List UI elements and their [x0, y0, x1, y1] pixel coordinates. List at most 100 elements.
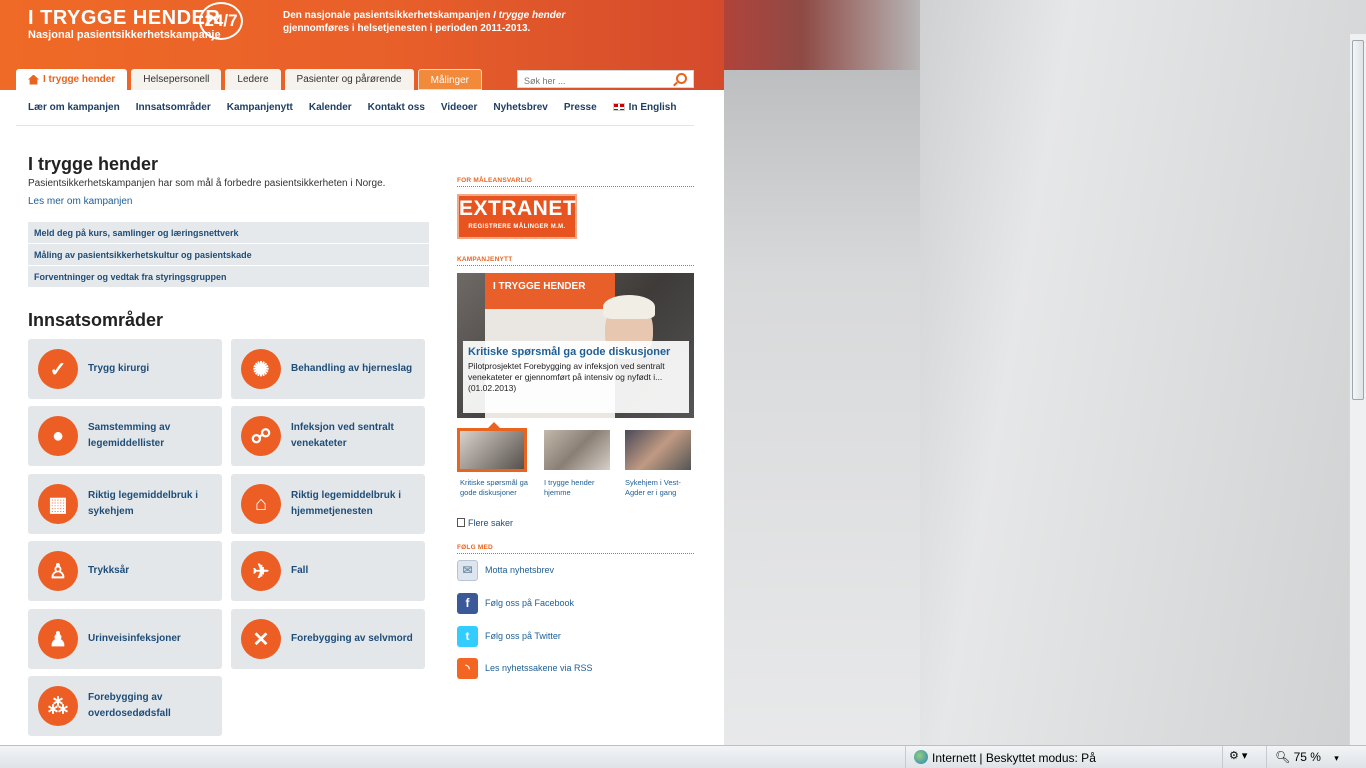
nav-kalender[interactable]: Kalender — [309, 102, 352, 113]
area-label: Infeksjon ved sentralt venekateter — [291, 422, 394, 449]
nav-in-english[interactable]: In English — [612, 102, 676, 113]
checkmark-icon: ✓ — [38, 349, 78, 389]
news-thumb-caption[interactable]: Kritiske spørsmål ga gode diskusjoner — [460, 478, 530, 498]
news-thumb-2[interactable] — [544, 430, 610, 470]
zone-label: Internett | Beskyttet modus: På — [932, 751, 1096, 765]
settings-icon: ⚙ ▾ — [1229, 750, 1248, 762]
more-news-link[interactable]: Flere saker — [457, 518, 513, 528]
follow-newsletter[interactable]: ✉ Motta nyhetsbrev — [457, 559, 554, 581]
protected-mode-toggle[interactable]: ⚙ ▾ — [1222, 746, 1264, 768]
area-label: Forebygging av overdosedødsfall — [88, 692, 171, 719]
tab-pasienter[interactable]: Pasienter og pårørende — [284, 69, 414, 90]
hero-photo-hair — [603, 295, 655, 319]
security-zone[interactable]: Internett | Beskyttet modus: På — [905, 746, 1225, 768]
logo-subtitle: Nasjonal pasientsikkerhetskampanje — [28, 29, 221, 41]
more-news-label: Flere saker — [468, 518, 514, 528]
main-tabs: I trygge hender Helsepersonell Ledere Pa… — [16, 69, 482, 90]
vertical-scrollbar[interactable] — [1349, 34, 1366, 745]
follow-facebook[interactable]: f Følg oss på Facebook — [457, 592, 574, 614]
area-tile-trygg-kirurgi[interactable]: ✓ Trygg kirurgi — [28, 339, 222, 399]
falling-person-icon: ✈ — [241, 551, 281, 591]
facebook-icon: f — [457, 592, 478, 614]
quick-link-forventninger[interactable]: Forventninger og vedtak fra styringsgrup… — [28, 266, 429, 288]
area-tile-hjemmetjenesten[interactable]: ⌂ Riktig legemiddelbruk i hjemmetjeneste… — [231, 474, 425, 534]
area-label: Riktig legemiddelbruk i hjemmetjenesten — [291, 490, 402, 517]
intro-prefix: Den nasjonale pasientsikkerhetskampanjen — [283, 10, 491, 21]
extranet-title: EXTRANET — [459, 197, 577, 220]
areas-title: Innsatsområder — [28, 310, 164, 330]
nav-nyhetsbrev[interactable]: Nyhetsbrev — [493, 102, 547, 113]
quick-link-maling[interactable]: Måling av pasientsikkerhetskultur og pas… — [28, 244, 429, 266]
area-label: Trykksår — [88, 565, 130, 576]
page-title: I trygge hender — [28, 154, 159, 174]
search-input[interactable] — [518, 73, 668, 89]
nav-videoer[interactable]: Videoer — [441, 102, 478, 113]
tab-i-trygge-hender[interactable]: I trygge hender — [16, 69, 128, 90]
area-label: Samstemming av legemiddellister — [88, 422, 171, 449]
follow-rss[interactable]: ◝ Les nyhetssakene via RSS — [457, 657, 593, 679]
read-more-link[interactable]: Les mer om kampanjen — [28, 196, 133, 207]
news-thumb-caption[interactable]: I trygge hender hjemme — [544, 478, 614, 498]
area-label: Behandling av hjerneslag — [291, 363, 413, 374]
area-tile-urinveis[interactable]: ♟ Urinveisinfeksjoner — [28, 609, 222, 669]
scrollbar-thumb[interactable] — [1352, 40, 1364, 400]
area-label: Riktig legemiddelbruk i sykehjem — [88, 490, 199, 517]
tab-label: I trygge hender — [43, 74, 116, 85]
zoom-icon: 🔍︎ — [1275, 750, 1291, 764]
follow-twitter[interactable]: t Følg oss på Twitter — [457, 625, 561, 647]
pressure-ulcer-icon: ♙ — [38, 551, 78, 591]
area-tile-samstemming[interactable]: ● Samstemming av legemiddellister — [28, 406, 222, 466]
area-label: Fall — [291, 565, 309, 576]
news-thumb-3[interactable] — [625, 430, 691, 470]
news-thumb-1[interactable] — [457, 428, 527, 472]
follow-label: Følg oss på Twitter — [485, 631, 561, 641]
area-tile-overdose[interactable]: ⁂ Forebygging av overdosedødsfall — [28, 676, 222, 736]
chevron-down-icon: ▾ — [1334, 753, 1339, 763]
document-icon — [457, 518, 465, 527]
zoom-control[interactable]: 🔍︎ 75 % ▾ — [1266, 746, 1350, 768]
nav-kampanjenytt[interactable]: Kampanjenytt — [227, 102, 293, 113]
uk-flag-icon — [612, 103, 625, 112]
tab-ledere[interactable]: Ledere — [225, 69, 281, 90]
site-header: I TRYGGE HENDER 24/7 Nasjonal pasientsik… — [0, 0, 724, 90]
area-label: Forebygging av selvmord — [291, 633, 413, 644]
nav-kontakt-oss[interactable]: Kontakt oss — [368, 102, 425, 113]
intro-suffix: gjennomføres i helsetjenesten i perioden… — [283, 23, 531, 34]
hero-caption: Kritiske spørsmål ga gode diskusjoner Pi… — [463, 341, 689, 413]
hero-title[interactable]: Kritiske spørsmål ga gode diskusjoner — [468, 345, 684, 359]
urinary-icon: ♟ — [38, 619, 78, 659]
globe-icon — [914, 750, 928, 764]
brain-icon: ✺ — [241, 349, 281, 389]
nav-laer-om-kampanjen[interactable]: Lær om kampanjen — [28, 102, 120, 113]
quick-link-kurs[interactable]: Meld deg på kurs, samlinger og læringsne… — [28, 222, 429, 244]
area-tile-hjerneslag[interactable]: ✺ Behandling av hjerneslag — [231, 339, 425, 399]
area-tile-fall[interactable]: ✈ Fall — [231, 541, 425, 601]
envelope-icon: ✉ — [457, 559, 478, 581]
area-tile-trykksar[interactable]: ♙ Trykksår — [28, 541, 222, 601]
search-icon[interactable] — [676, 73, 687, 84]
news-heading: KAMPANJENYTT — [457, 256, 694, 266]
area-tile-selvmord[interactable]: ✕ Forebygging av selvmord — [231, 609, 425, 669]
area-tile-sykehjem[interactable]: ▦ Riktig legemiddelbruk i sykehjem — [28, 474, 222, 534]
quick-links: Meld deg på kurs, samlinger og læringsne… — [28, 222, 429, 288]
page-background — [724, 0, 1366, 750]
twitter-icon: t — [457, 625, 478, 647]
area-tile-venekateter[interactable]: ☍ Infeksjon ved sentralt venekateter — [231, 406, 425, 466]
nav-presse[interactable]: Presse — [564, 102, 597, 113]
search-box — [517, 70, 694, 89]
follow-label: Motta nyhetsbrev — [485, 565, 555, 575]
overdose-icon: ⁂ — [38, 686, 78, 726]
house-icon: ⌂ — [241, 484, 281, 524]
header-intro: Den nasjonale pasientsikkerhetskampanjen… — [283, 9, 583, 35]
news-hero[interactable]: I TRYGGE HENDER Kritiske spørsmål ga god… — [457, 273, 694, 418]
extranet-button[interactable]: EXTRANET REGISTRERE MÅLINGER M.M. — [457, 194, 577, 239]
tab-malinger[interactable]: Målinger — [417, 69, 482, 90]
nav-innsatsomrader[interactable]: Innsatsområder — [136, 102, 211, 113]
person-distress-icon: ✕ — [241, 619, 281, 659]
news-thumb-caption[interactable]: Sykehjem i Vest-Agder er i gang — [625, 478, 695, 498]
logo-title[interactable]: I TRYGGE HENDER — [28, 7, 220, 30]
intro-emphasis: I trygge hender — [493, 10, 566, 21]
follow-label: Les nyhetssakene via RSS — [485, 663, 593, 673]
hero-banner-text: I TRYGGE HENDER — [485, 273, 615, 309]
tab-helsepersonell[interactable]: Helsepersonell — [131, 69, 222, 90]
